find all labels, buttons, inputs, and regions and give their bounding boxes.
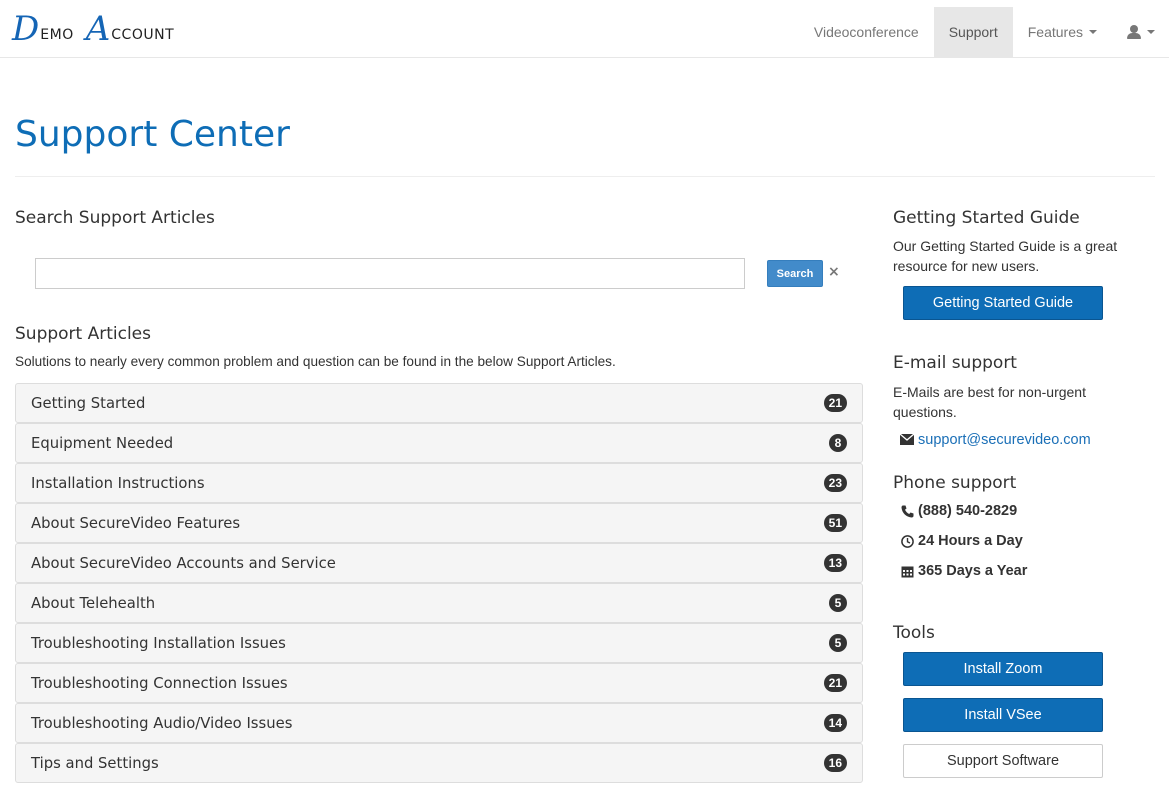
page-title: Support Center	[15, 114, 290, 155]
email-text-line2: questions.	[893, 404, 957, 420]
install-zoom-button[interactable]: Install Zoom	[903, 652, 1103, 686]
hours-line: 24 Hours a Day	[900, 533, 1023, 549]
article-count-badge: 14	[823, 714, 847, 732]
article-count-badge: 21	[823, 674, 847, 692]
search-heading: Search Support Articles	[15, 208, 215, 228]
logo-letter-d: D	[12, 9, 40, 49]
article-count-badge: 51	[823, 514, 847, 532]
logo-text-emo: EMO	[40, 27, 74, 43]
phone-icon	[900, 504, 914, 518]
article-label: About SecureVideo Accounts and Service	[31, 554, 336, 572]
calendar-icon	[900, 564, 914, 578]
article-category-troubleshooting-installation[interactable]: Troubleshooting Installation Issues 5	[15, 623, 863, 663]
nav-support[interactable]: Support	[933, 7, 1013, 57]
article-label: About SecureVideo Features	[31, 514, 241, 532]
article-category-tips-settings[interactable]: Tips and Settings 16	[15, 743, 863, 783]
install-vsee-button[interactable]: Install VSee	[903, 698, 1103, 732]
article-category-equipment-needed[interactable]: Equipment Needed 8	[15, 423, 863, 463]
getting-started-guide-button[interactable]: Getting Started Guide	[903, 286, 1103, 320]
article-label: About Telehealth	[31, 594, 156, 612]
guide-heading: Getting Started Guide	[893, 208, 1080, 228]
articles-heading: Support Articles	[15, 324, 151, 344]
article-category-troubleshooting-audio-video[interactable]: Troubleshooting Audio/Video Issues 14	[15, 703, 863, 743]
article-label: Installation Instructions	[31, 474, 205, 492]
article-label: Getting Started	[31, 394, 146, 412]
nav-videoconference[interactable]: Videoconference	[799, 7, 934, 57]
tools-heading: Tools	[893, 623, 935, 643]
chevron-down-icon	[1147, 30, 1155, 34]
email-text-line1: E-Mails are best for non-urgent	[893, 384, 1086, 400]
nav-features-label: Features	[1027, 24, 1083, 40]
support-hours: 24 Hours a Day	[918, 533, 1023, 549]
article-label: Troubleshooting Installation Issues	[31, 634, 286, 652]
phone-number[interactable]: (888) 540-2829	[918, 503, 1017, 519]
email-support-heading: E-mail support	[893, 353, 1017, 373]
chevron-down-icon	[1089, 30, 1097, 34]
article-category-getting-started[interactable]: Getting Started 21	[15, 383, 863, 423]
email-line: support@securevideo.com	[899, 432, 1091, 448]
logo-text-ccount: CCOUNT	[111, 27, 175, 43]
brand-logo[interactable]: D EMO A CCOUNT	[12, 6, 174, 46]
search-button[interactable]: Search	[767, 260, 823, 287]
article-category-features[interactable]: About SecureVideo Features 51	[15, 503, 863, 543]
days-line: 365 Days a Year	[900, 563, 1027, 579]
support-days: 365 Days a Year	[918, 563, 1028, 579]
article-count-badge: 21	[823, 394, 847, 412]
clock-icon	[900, 534, 914, 548]
envelope-icon	[899, 433, 915, 447]
user-menu-dropdown[interactable]	[1112, 7, 1169, 57]
article-count-badge: 8	[829, 434, 847, 452]
title-divider	[15, 176, 1155, 177]
support-email-link[interactable]: support@securevideo.com	[918, 432, 1091, 448]
article-count-badge: 5	[829, 634, 847, 652]
article-category-accounts-service[interactable]: About SecureVideo Accounts and Service 1…	[15, 543, 863, 583]
support-software-button[interactable]: Support Software	[903, 744, 1103, 778]
article-category-telehealth[interactable]: About Telehealth 5	[15, 583, 863, 623]
guide-text-line2: resource for new users.	[893, 258, 1040, 274]
nav-features-dropdown[interactable]: Features	[1013, 7, 1112, 57]
article-label: Equipment Needed	[31, 434, 174, 452]
search-input[interactable]	[35, 258, 745, 289]
article-count-badge: 5	[829, 594, 847, 612]
article-category-installation-instructions[interactable]: Installation Instructions 23	[15, 463, 863, 503]
article-label: Troubleshooting Connection Issues	[31, 674, 288, 692]
article-label: Tips and Settings	[31, 754, 159, 772]
article-count-badge: 23	[823, 474, 847, 492]
logo-letter-a: A	[85, 9, 111, 49]
clear-search-icon[interactable]: ×	[828, 264, 840, 280]
article-list: Getting Started 21 Equipment Needed 8 In…	[15, 383, 863, 783]
article-count-badge: 13	[823, 554, 847, 572]
articles-intro: Solutions to nearly every common problem…	[15, 354, 616, 369]
phone-support-heading: Phone support	[893, 473, 1017, 493]
user-icon	[1127, 25, 1141, 39]
nav-links: Videoconference Support Features	[799, 7, 1169, 57]
article-label: Troubleshooting Audio/Video Issues	[31, 714, 293, 732]
navbar: D EMO A CCOUNT Videoconference Support F…	[0, 0, 1169, 58]
guide-text-line1: Our Getting Started Guide is a great	[893, 238, 1118, 254]
article-category-troubleshooting-connection[interactable]: Troubleshooting Connection Issues 21	[15, 663, 863, 703]
phone-number-line: (888) 540-2829	[900, 503, 1017, 519]
article-count-badge: 16	[823, 754, 847, 772]
